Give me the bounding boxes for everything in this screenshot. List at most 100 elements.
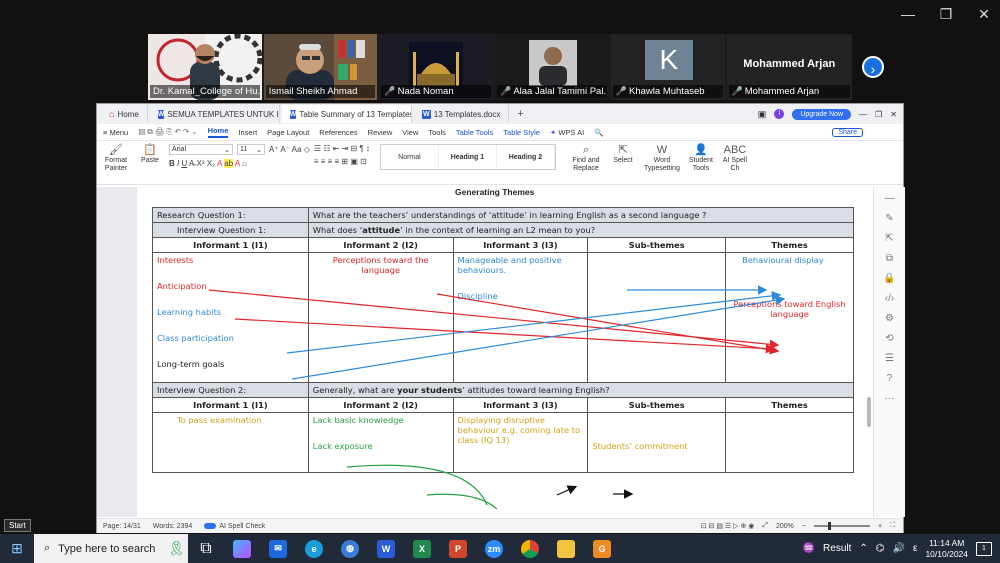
list-icons[interactable]: ☰ ☷ ⇤ ⇥ ⊟ ¶ ↕: [314, 144, 370, 153]
participant-tile[interactable]: Mohammed Arjan 🎤 Mohammed Arjan: [726, 34, 852, 100]
style-heading-2[interactable]: Heading 2: [497, 145, 555, 169]
search-icon[interactable]: 🔍: [594, 128, 603, 137]
close-button[interactable]: ✕: [890, 110, 897, 119]
participant-tile[interactable]: K 🎤 Khawla Muhtaseb: [610, 34, 725, 100]
settings-icon[interactable]: ⚙: [885, 313, 894, 324]
excel-button[interactable]: X: [404, 534, 440, 563]
account-avatar[interactable]: I: [774, 109, 785, 119]
zoom-out-button[interactable]: −: [802, 523, 806, 530]
zoom-slider[interactable]: [814, 522, 870, 530]
themes-cell[interactable]: [725, 412, 854, 473]
layout-icon[interactable]: ▣: [758, 109, 767, 120]
tab-page-layout[interactable]: Page Layout: [267, 128, 309, 137]
windows-start-icon[interactable]: ⊞: [0, 534, 34, 563]
network-icon[interactable]: ⌬: [876, 543, 885, 554]
tab-table-style[interactable]: Table Style: [503, 128, 540, 137]
informant-2-cell[interactable]: Perceptions toward the language: [307, 252, 454, 383]
tab-home-ribbon[interactable]: Home: [207, 126, 229, 138]
tab-document[interactable]: W SEMUA TEMPLATES UNTUK IE: [150, 105, 280, 123]
style-heading-1[interactable]: Heading 1: [439, 145, 497, 169]
powerpoint-button[interactable]: P: [440, 534, 476, 563]
grow-shrink-font-icons[interactable]: A⁺ A⁻ Aa ◇: [269, 145, 310, 154]
tab-home[interactable]: ⌂ Home: [101, 105, 148, 123]
toggle-switch[interactable]: [204, 522, 217, 529]
tab-view[interactable]: View: [402, 128, 418, 137]
participant-tile[interactable]: Dr. Kamal_College of Hu...: [148, 34, 262, 100]
participant-tile[interactable]: 🎤 Alaa Jalal Tamimi Pal...: [495, 34, 609, 100]
document-area[interactable]: Generating Themes Research Question 1: W…: [97, 187, 871, 517]
font-name-select[interactable]: Arial ⌄: [169, 144, 233, 155]
tab-document[interactable]: W 13 Templates.docx: [414, 105, 510, 123]
help-icon[interactable]: ?: [887, 373, 893, 384]
weather-icon[interactable]: ♒: [803, 543, 815, 554]
new-tab-button[interactable]: +: [511, 108, 529, 120]
tab-table-tools[interactable]: Table Tools: [456, 128, 493, 137]
format-painter-button[interactable]: 🖌 Format Painter: [101, 144, 131, 173]
sub-themes-cell[interactable]: [587, 252, 727, 383]
participant-tile-active[interactable]: Ismail Sheikh Ahmad: [263, 34, 378, 100]
align-icons[interactable]: ≡ ≡ ≡ ≡ ⊞ ▣ ⊡: [314, 157, 367, 166]
select-button[interactable]: ⇱ Select: [608, 144, 638, 165]
word-count[interactable]: Words: 2394: [153, 523, 193, 530]
close-button[interactable]: ✕: [976, 6, 992, 23]
informant-3-cell[interactable]: Manageable and positive behaviours. Disc…: [452, 252, 589, 383]
word-typesetting-button[interactable]: W Word Typesetting: [642, 144, 682, 173]
fullscreen-icon[interactable]: ⛶: [890, 522, 895, 530]
share-button[interactable]: Share: [832, 127, 863, 137]
edge-button[interactable]: e: [296, 534, 332, 563]
list-icon[interactable]: ☰: [885, 353, 894, 364]
fit-icon[interactable]: ⤢: [762, 522, 768, 530]
view-mode-icons[interactable]: ⊡ ⊟ ▤ ☰ ▷ ⊕ ◉: [701, 522, 755, 530]
ai-spell-toggle[interactable]: AI Spell Check: [204, 523, 265, 530]
restore-button[interactable]: ❐: [938, 6, 954, 23]
collapse-icon[interactable]: —: [885, 193, 895, 204]
menu-button[interactable]: ≡ Menu: [103, 128, 128, 137]
informant-3-cell[interactable]: Displaying disruptive behaviour e.g. com…: [452, 412, 589, 473]
paste-button[interactable]: 📋 Paste: [135, 144, 165, 165]
find-replace-button[interactable]: ⌕ Find and Replace: [568, 144, 604, 173]
informant-2-cell[interactable]: Lack basic knowledge Lack exposure: [307, 412, 454, 473]
ai-spell-check-button[interactable]: ABC AI Spell Ch: [720, 144, 750, 173]
upgrade-button[interactable]: Upgrade Now: [792, 108, 852, 120]
zoom-in-button[interactable]: +: [878, 523, 882, 530]
tab-wps-ai[interactable]: ✦ WPS AI: [550, 128, 584, 137]
browser-button[interactable]: ◍: [332, 534, 368, 563]
tab-insert[interactable]: Insert: [238, 128, 257, 137]
tab-document-active[interactable]: WTable Summary of 13 Templates.docx: [281, 105, 412, 123]
word-button[interactable]: W: [368, 534, 404, 563]
restore-button[interactable]: ❐: [875, 110, 882, 119]
tab-references[interactable]: References: [319, 128, 357, 137]
chrome-button[interactable]: [512, 534, 548, 563]
zoom-button[interactable]: zm: [476, 534, 512, 563]
history-icon[interactable]: ⟲: [885, 333, 893, 344]
copy-icon[interactable]: ⧉: [886, 253, 893, 264]
vertical-scrollbar[interactable]: [867, 397, 871, 427]
style-normal[interactable]: Normal: [381, 145, 439, 169]
task-view-button[interactable]: ⧉: [188, 534, 224, 563]
informant-1-cell[interactable]: Interests Anticipation Learning habits C…: [152, 252, 309, 383]
clock[interactable]: 11:14 AM 10/10/2024: [925, 538, 968, 560]
sub-themes-cell[interactable]: Students’ commitment: [587, 412, 727, 473]
quick-access-icons[interactable]: ▤ ⧉ 🖨 ⎘ ↶ ↷ ⌄: [138, 127, 197, 137]
more-icon[interactable]: ···: [885, 393, 895, 404]
lock-icon[interactable]: 🔒: [883, 273, 895, 284]
text-format-icons[interactable]: B I U A̶ X² X₂ A ab A ⌂: [169, 159, 247, 168]
participant-tile[interactable]: 🎤 Nada Noman: [379, 34, 494, 100]
tab-review[interactable]: Review: [368, 128, 393, 137]
document-page[interactable]: Generating Themes Research Question 1: W…: [137, 187, 871, 517]
themes-table[interactable]: Research Question 1: What are the teache…: [152, 207, 855, 473]
select-icon[interactable]: ⇱: [885, 233, 893, 244]
tab-tools[interactable]: Tools: [428, 128, 446, 137]
mail-button[interactable]: ✉: [260, 534, 296, 563]
code-icon[interactable]: ‹/›: [885, 293, 894, 304]
file-explorer-button[interactable]: [548, 534, 584, 563]
pen-icon[interactable]: ✎: [885, 213, 893, 224]
themes-cell[interactable]: Behavioural display Perceptions toward E…: [725, 252, 854, 383]
font-size-select[interactable]: 11 ⌄: [237, 144, 265, 155]
language-icon[interactable]: ε: [913, 543, 917, 554]
notifications-icon[interactable]: 1: [976, 541, 992, 556]
copilot-button[interactable]: [224, 534, 260, 563]
informant-1-cell[interactable]: To pass examination: [152, 412, 309, 473]
next-page-arrow-icon[interactable]: ›: [862, 56, 884, 78]
wps-button[interactable]: G: [584, 534, 620, 563]
